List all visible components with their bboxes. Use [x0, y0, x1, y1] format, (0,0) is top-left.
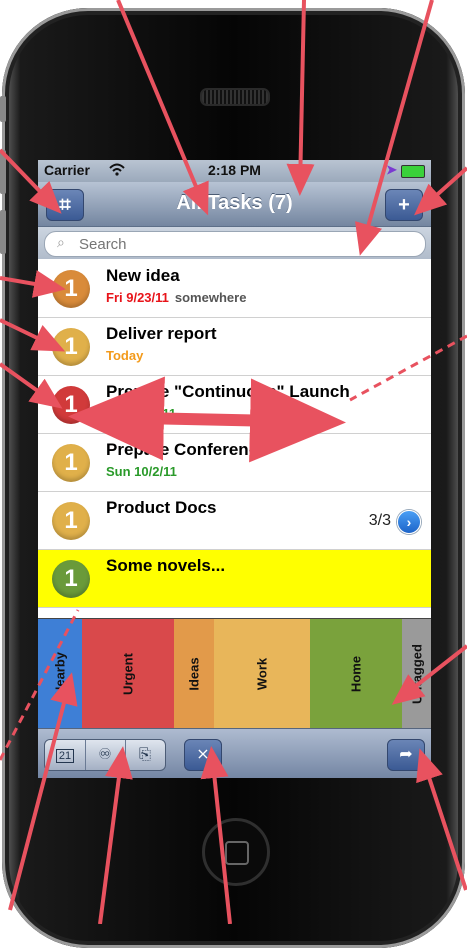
task-location: somewhere — [174, 290, 247, 305]
search-input[interactable] — [77, 232, 411, 256]
category-work[interactable]: Work — [214, 619, 311, 729]
category-nearby[interactable]: Nearby — [38, 619, 83, 729]
volume-up-button — [0, 150, 6, 194]
category-label: Home — [348, 655, 364, 693]
category-label: Work — [254, 657, 270, 691]
search-icon: ⌕ — [57, 234, 65, 250]
category-label: Urgent — [120, 653, 136, 695]
task-due-date: Thu 9/29/11 — [106, 406, 177, 421]
task-row[interactable]: 1 Prepare "Continuous" Launch Thu 9/29/1… — [38, 376, 431, 434]
task-row[interactable]: 1 Some novels... — [38, 550, 431, 608]
task-list: 1 New idea Fri 9/23/11 somewhere 1 Delive… — [38, 260, 431, 618]
page-title: All Tasks (7) — [176, 192, 293, 214]
category-label: Untagged — [409, 644, 424, 704]
category-label: Nearby — [52, 651, 68, 697]
task-row[interactable]: 1 Product Docs 3/3 › — [38, 492, 431, 550]
add-task-button[interactable]: + — [385, 189, 423, 221]
task-meta: Thu 9/29/11 — [106, 406, 176, 421]
task-due-date: Fri 9/23/11 — [106, 290, 169, 305]
calendar-day: 21 — [55, 749, 75, 763]
category-home[interactable]: Home — [310, 619, 403, 729]
task-row[interactable]: 1 New idea Fri 9/23/11 somewhere — [38, 260, 431, 318]
category-label: Ideas — [186, 657, 202, 691]
home-button[interactable] — [202, 818, 270, 886]
tag-icon[interactable]: ⎘ — [125, 740, 165, 770]
task-name: Some novels... — [106, 556, 226, 575]
category-bar: Nearby Urgent Ideas Work Home Untagged — [38, 618, 431, 729]
task-name: New idea — [106, 266, 180, 285]
task-meta: Sun 10/2/11 — [106, 464, 177, 479]
task-meta: Fri 9/23/11 somewhere — [106, 290, 246, 305]
status-bar: Carrier 2:18 PM ➤ — [38, 160, 431, 182]
chevron-right-icon[interactable]: › — [397, 510, 421, 534]
priority-badge: 1 — [52, 502, 90, 540]
battery-icon — [401, 165, 425, 178]
filter-icon: ⨯ — [196, 746, 210, 763]
task-due-date: Sun 10/2/11 — [106, 464, 177, 479]
view-segmented-control: 21 ♾ ⎘ — [44, 739, 166, 771]
category-urgent[interactable]: Urgent — [82, 619, 175, 729]
task-row[interactable]: 1 Prepare Conference Sun 10/2/11 — [38, 434, 431, 492]
task-due-date: Today — [106, 348, 144, 363]
speaker-grille — [200, 88, 270, 106]
plus-icon: + — [398, 194, 410, 216]
task-name: Prepare Conference — [106, 440, 268, 459]
home-square-icon — [225, 841, 249, 865]
search-field-container: ⌕ — [44, 231, 426, 257]
category-untagged[interactable]: Untagged — [402, 619, 431, 729]
priority-badge: 1 — [52, 270, 90, 308]
task-meta: Today — [106, 348, 143, 363]
calendar-icon[interactable]: 21 — [45, 740, 86, 770]
category-ideas[interactable]: Ideas — [174, 619, 215, 729]
task-name: Prepare "Continuous" Launch — [106, 382, 350, 401]
priority-badge: 1 — [52, 560, 90, 598]
task-row[interactable]: 1 Deliver report Today — [38, 318, 431, 376]
location-arrow-icon: ➤ — [386, 162, 397, 177]
bottom-toolbar: 21 ♾ ⎘ ⨯ ➦ — [38, 728, 431, 778]
task-name: Deliver report — [106, 324, 217, 343]
volume-down-button — [0, 210, 6, 254]
filter-button[interactable]: ⨯ — [184, 739, 222, 771]
priority-badge: 1 — [52, 444, 90, 482]
navigation-bar: ⌗ All Tasks (7) + — [38, 182, 431, 227]
context-icon[interactable]: ♾ — [85, 740, 126, 770]
priority-badge: 1 — [52, 386, 90, 424]
share-icon: ➦ — [399, 746, 413, 763]
clock-time: 2:18 PM — [208, 162, 261, 178]
search-bar: ⌕ — [38, 227, 431, 259]
mute-switch — [0, 96, 6, 122]
priority-badge: 1 — [52, 328, 90, 366]
task-name: Product Docs — [106, 498, 217, 517]
share-button[interactable]: ➦ — [387, 739, 425, 771]
phone-screen: Carrier 2:18 PM ➤ ⌗ All Tasks (7) + ⌕ 1 … — [38, 160, 431, 778]
subtask-count: 3/3 — [368, 512, 391, 529]
